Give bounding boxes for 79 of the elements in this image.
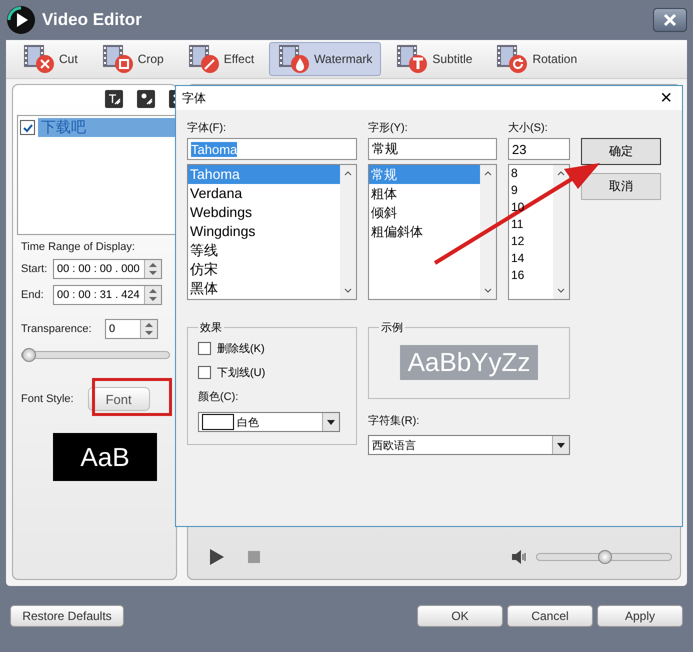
ok-button[interactable]: OK bbox=[417, 605, 503, 627]
film-icon bbox=[278, 44, 310, 74]
film-icon bbox=[188, 44, 220, 74]
time-field[interactable]: 00 : 00 : 00 . 000 bbox=[53, 259, 162, 279]
color-dropdown[interactable]: 白色 bbox=[198, 412, 340, 432]
film-icon bbox=[102, 44, 134, 74]
checkbox-option[interactable]: 下划线(U) bbox=[198, 365, 346, 380]
field-label: Font Style: bbox=[21, 393, 74, 405]
checkbox[interactable] bbox=[20, 120, 35, 135]
text-icon[interactable] bbox=[105, 90, 123, 108]
list-item[interactable]: 粗体 bbox=[369, 184, 480, 203]
volume-icon[interactable] bbox=[512, 550, 528, 564]
toolbar-tab[interactable]: Subtitle bbox=[387, 42, 482, 76]
field-label: 字体(F): bbox=[187, 120, 228, 134]
spin-arrows-icon[interactable] bbox=[144, 260, 161, 278]
checkbox-option[interactable]: 删除线(K) bbox=[198, 341, 346, 356]
time-field[interactable]: 00 : 00 : 31 . 424 bbox=[53, 285, 162, 305]
close-button[interactable]: × bbox=[656, 86, 676, 110]
list-item[interactable]: 14 bbox=[509, 250, 553, 267]
list-item[interactable]: 等线 bbox=[188, 241, 340, 260]
field-label: End: bbox=[21, 289, 45, 301]
field-label: 颜色(C): bbox=[198, 390, 240, 403]
list-item[interactable]: 倾斜 bbox=[369, 203, 480, 222]
toolbar-tab[interactable]: Crop bbox=[92, 42, 173, 76]
toolbar-tab[interactable]: Effect bbox=[178, 42, 264, 76]
image-icon[interactable] bbox=[137, 90, 155, 108]
window-title: Video Editor bbox=[42, 10, 142, 30]
checkbox[interactable] bbox=[198, 366, 211, 379]
charset-dropdown[interactable]: 西欧语言 bbox=[368, 435, 570, 455]
list-item[interactable]: 9 bbox=[509, 182, 553, 199]
list-item[interactable]: 12 bbox=[509, 233, 553, 250]
list-item[interactable]: Wingdings bbox=[188, 222, 340, 241]
close-icon bbox=[662, 12, 678, 28]
sample-text: AaBbYyZz bbox=[400, 345, 538, 380]
checkbox[interactable] bbox=[198, 342, 211, 355]
scrollbar[interactable] bbox=[553, 165, 569, 299]
list-item[interactable]: Verdana bbox=[188, 184, 340, 203]
list-item[interactable]: Webdings bbox=[188, 203, 340, 222]
spin-arrows-icon[interactable] bbox=[144, 286, 161, 304]
restore-defaults-button[interactable]: Restore Defaults bbox=[10, 605, 124, 627]
toolbar-tab[interactable]: Cut bbox=[14, 42, 87, 76]
list-item[interactable]: 10 bbox=[509, 199, 553, 216]
section-label: Time Range of Display: bbox=[21, 241, 135, 253]
toolbar-tab[interactable]: Watermark bbox=[269, 42, 382, 76]
field-label: 字形(Y): bbox=[368, 120, 409, 134]
spin-arrows-icon[interactable] bbox=[140, 320, 157, 338]
transparence-field[interactable]: 0 bbox=[105, 319, 158, 339]
play-icon[interactable] bbox=[210, 549, 224, 565]
dialog-title: 字体 bbox=[182, 90, 206, 106]
group-title: 示例 bbox=[380, 321, 404, 335]
list-item[interactable]: 仿宋 bbox=[188, 260, 340, 279]
list-item[interactable]: 粗偏斜体 bbox=[369, 222, 480, 241]
film-icon bbox=[396, 44, 428, 74]
toolbar-tab[interactable]: Rotation bbox=[487, 42, 586, 76]
cancel-button[interactable]: Cancel bbox=[507, 605, 593, 627]
list-item[interactable]: 8 bbox=[509, 165, 553, 182]
confirm-button[interactable]: 确定 bbox=[581, 138, 661, 165]
list-item[interactable]: 11 bbox=[509, 216, 553, 233]
font-button[interactable]: Font bbox=[88, 387, 150, 411]
scrollbar[interactable] bbox=[480, 165, 496, 299]
field-label: 字符集(R): bbox=[368, 414, 420, 427]
apply-button[interactable]: Apply bbox=[597, 605, 683, 627]
volume-thumb[interactable] bbox=[598, 550, 612, 564]
font-size-field[interactable]: 23 bbox=[508, 138, 570, 160]
cancel-button[interactable]: 取消 bbox=[581, 173, 661, 200]
font-style-field[interactable]: 常规 bbox=[368, 138, 497, 160]
list-item[interactable]: 黑体 bbox=[188, 279, 340, 298]
list-item[interactable]: 16 bbox=[509, 267, 553, 284]
app-logo-icon bbox=[6, 5, 36, 35]
scrollbar[interactable] bbox=[340, 165, 356, 299]
film-icon bbox=[496, 44, 528, 74]
field-label: Start: bbox=[21, 263, 48, 275]
close-button[interactable] bbox=[653, 8, 687, 32]
group-title: 效果 bbox=[199, 321, 223, 335]
field-label: 大小(S): bbox=[508, 121, 549, 134]
field-label: Transparence: bbox=[21, 323, 93, 335]
slider-thumb[interactable] bbox=[22, 348, 36, 362]
film-icon bbox=[23, 44, 55, 74]
font-preview: AaB bbox=[53, 433, 157, 481]
